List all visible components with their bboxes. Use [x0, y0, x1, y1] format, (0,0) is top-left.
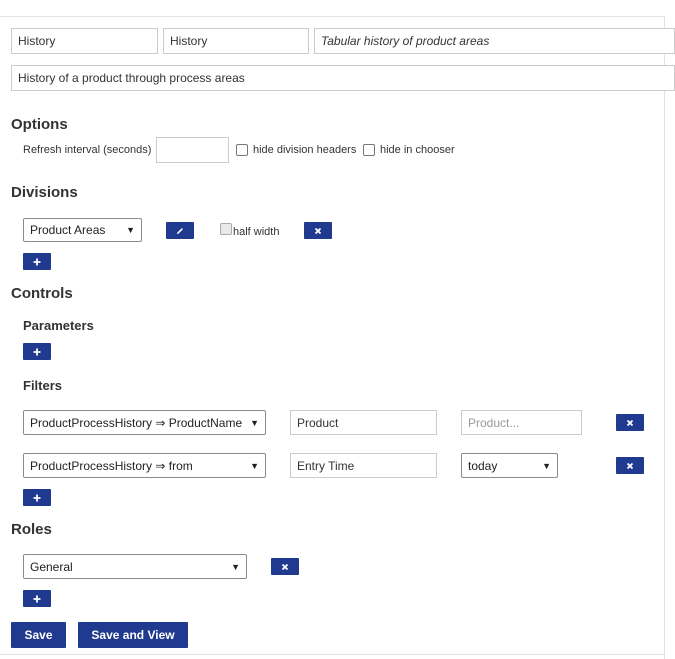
options-heading: Options [11, 116, 68, 133]
name-input[interactable]: History [11, 28, 158, 54]
remove-division-button[interactable] [304, 222, 332, 239]
panel-right-border [664, 16, 665, 659]
subtitle-input[interactable]: Tabular history of product areas [314, 28, 675, 54]
save-and-view-button[interactable]: Save and View [78, 622, 188, 648]
remove-filter-button[interactable] [616, 414, 644, 431]
refresh-interval-input[interactable] [156, 137, 229, 163]
filter-label-input[interactable]: Product [290, 410, 437, 435]
remove-filter-button[interactable] [616, 457, 644, 474]
add-parameter-button[interactable] [23, 343, 51, 360]
close-icon [314, 227, 322, 234]
controls-heading: Controls [11, 285, 73, 302]
title-input[interactable]: History [163, 28, 309, 54]
save-button[interactable]: Save [11, 622, 66, 648]
divisions-heading: Divisions [11, 184, 78, 201]
half-width-label: half width [233, 226, 280, 238]
panel-bottom-border [0, 654, 665, 655]
edit-division-button[interactable] [166, 222, 194, 239]
chevron-down-icon: ▼ [126, 225, 135, 235]
filter-label-input[interactable]: Entry Time [290, 453, 437, 478]
filters-heading: Filters [23, 378, 63, 393]
plus-icon [33, 348, 41, 355]
pencil-icon [177, 227, 183, 234]
remove-role-button[interactable] [271, 558, 299, 575]
description-input[interactable]: History of a product through process are… [11, 65, 675, 91]
chevron-down-icon: ▼ [231, 561, 240, 572]
parameters-heading: Parameters [23, 318, 94, 333]
filter-field-select[interactable]: ProductProcessHistory ⇒ from ▼ [23, 453, 266, 478]
add-filter-button[interactable] [23, 489, 51, 506]
refresh-interval-label: Refresh interval (seconds) [23, 144, 152, 156]
plus-icon [33, 595, 41, 602]
roles-heading: Roles [11, 521, 52, 538]
hide-in-chooser-label: hide in chooser [380, 144, 455, 156]
chevron-down-icon: ▼ [250, 460, 259, 471]
filter-field-select[interactable]: ProductProcessHistory ⇒ ProductName ▼ [23, 410, 266, 435]
plus-icon [33, 494, 41, 501]
add-role-button[interactable] [23, 590, 51, 607]
filter-value-select[interactable]: today ▼ [461, 453, 558, 478]
filter-value-input[interactable]: Product... [461, 410, 582, 435]
half-width-checkbox[interactable] [220, 223, 232, 235]
close-icon [281, 563, 289, 570]
hide-division-headers-label: hide division headers [253, 144, 357, 156]
add-division-button[interactable] [23, 253, 51, 270]
chevron-down-icon: ▼ [542, 460, 551, 471]
plus-icon [33, 258, 41, 265]
chevron-down-icon: ▼ [250, 417, 259, 428]
close-icon [626, 419, 634, 426]
hide-in-chooser-checkbox[interactable] [363, 144, 375, 156]
panel-top-border [0, 16, 665, 17]
close-icon [626, 462, 634, 469]
role-select[interactable]: General ▼ [23, 554, 247, 579]
hide-division-headers-checkbox[interactable] [236, 144, 248, 156]
division-select[interactable]: Product Areas ▼ [23, 218, 142, 242]
